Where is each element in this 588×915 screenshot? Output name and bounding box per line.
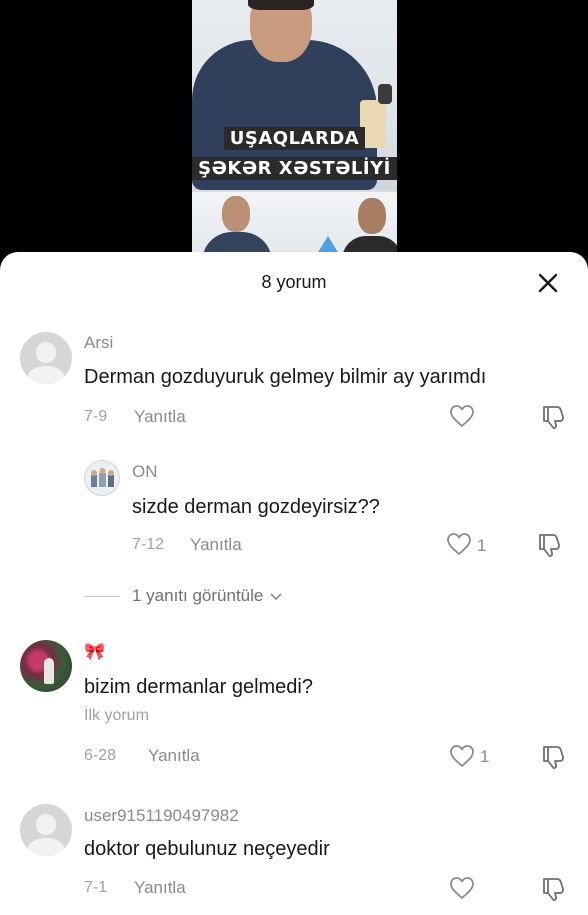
dislike-icon[interactable] [540,744,566,775]
like-heart-icon[interactable] [446,532,472,561]
like-heart-icon[interactable] [449,876,475,905]
like-heart-icon[interactable] [449,404,475,433]
reply-button[interactable]: Yanıtla [134,407,186,427]
avatar[interactable] [84,460,120,496]
avatar[interactable] [20,640,72,692]
comment-username[interactable]: ON [132,462,158,482]
like-count: 1 [480,747,490,766]
reply-button[interactable]: Yanıtla [190,535,242,555]
comment-date: 7-1 [84,879,108,896]
avatar[interactable] [20,804,72,856]
reply-button[interactable]: Yanıtla [134,878,186,898]
avatar[interactable] [20,332,72,384]
video-frame[interactable]: UŞAQLARDA ŞƏKƏR XƏSTƏLİYİ [192,0,397,262]
dislike-icon[interactable] [540,404,566,435]
comment-text: bizim dermanlar gelmedi? [84,676,313,698]
comment-text: Derman gozduyuruk gelmey bilmir ay yarım… [84,366,487,388]
divider-line [84,596,120,597]
comment-username[interactable]: 🎀 [84,642,105,662]
first-comment-badge: İlk yorum [84,707,149,724]
video-caption-line1: UŞAQLARDA [192,127,397,150]
comment-text: doktor qebulunuz neçeyedir [84,838,330,860]
close-icon[interactable] [536,271,560,295]
like-count: 1 [477,536,487,555]
comment-text: sizde derman gozdeyirsiz?? [132,496,380,518]
comment-date: 7-9 [84,408,108,425]
comment-username[interactable]: Arsi [84,333,113,353]
comment-date: 7-12 [132,536,165,553]
chevron-down-icon [270,592,282,600]
comment-date: 6-28 [84,747,117,764]
dislike-icon[interactable] [540,876,566,907]
comments-sheet: 8 yorum Arsi Derman gozduyuruk gelmey bi… [0,252,588,915]
reply-button[interactable]: Yanıtla [148,746,200,766]
video-caption-line2: ŞƏKƏR XƏSTƏLİYİ [192,157,397,180]
like-heart-icon[interactable] [449,744,475,773]
dislike-icon[interactable] [536,532,562,563]
comments-count-title: 8 yorum [261,272,327,292]
video-preview[interactable]: UŞAQLARDA ŞƏKƏR XƏSTƏLİYİ [0,0,588,262]
view-replies-label: 1 yanıtı görüntüle [132,586,282,606]
comment-username[interactable]: user9151190497982 [84,806,239,826]
